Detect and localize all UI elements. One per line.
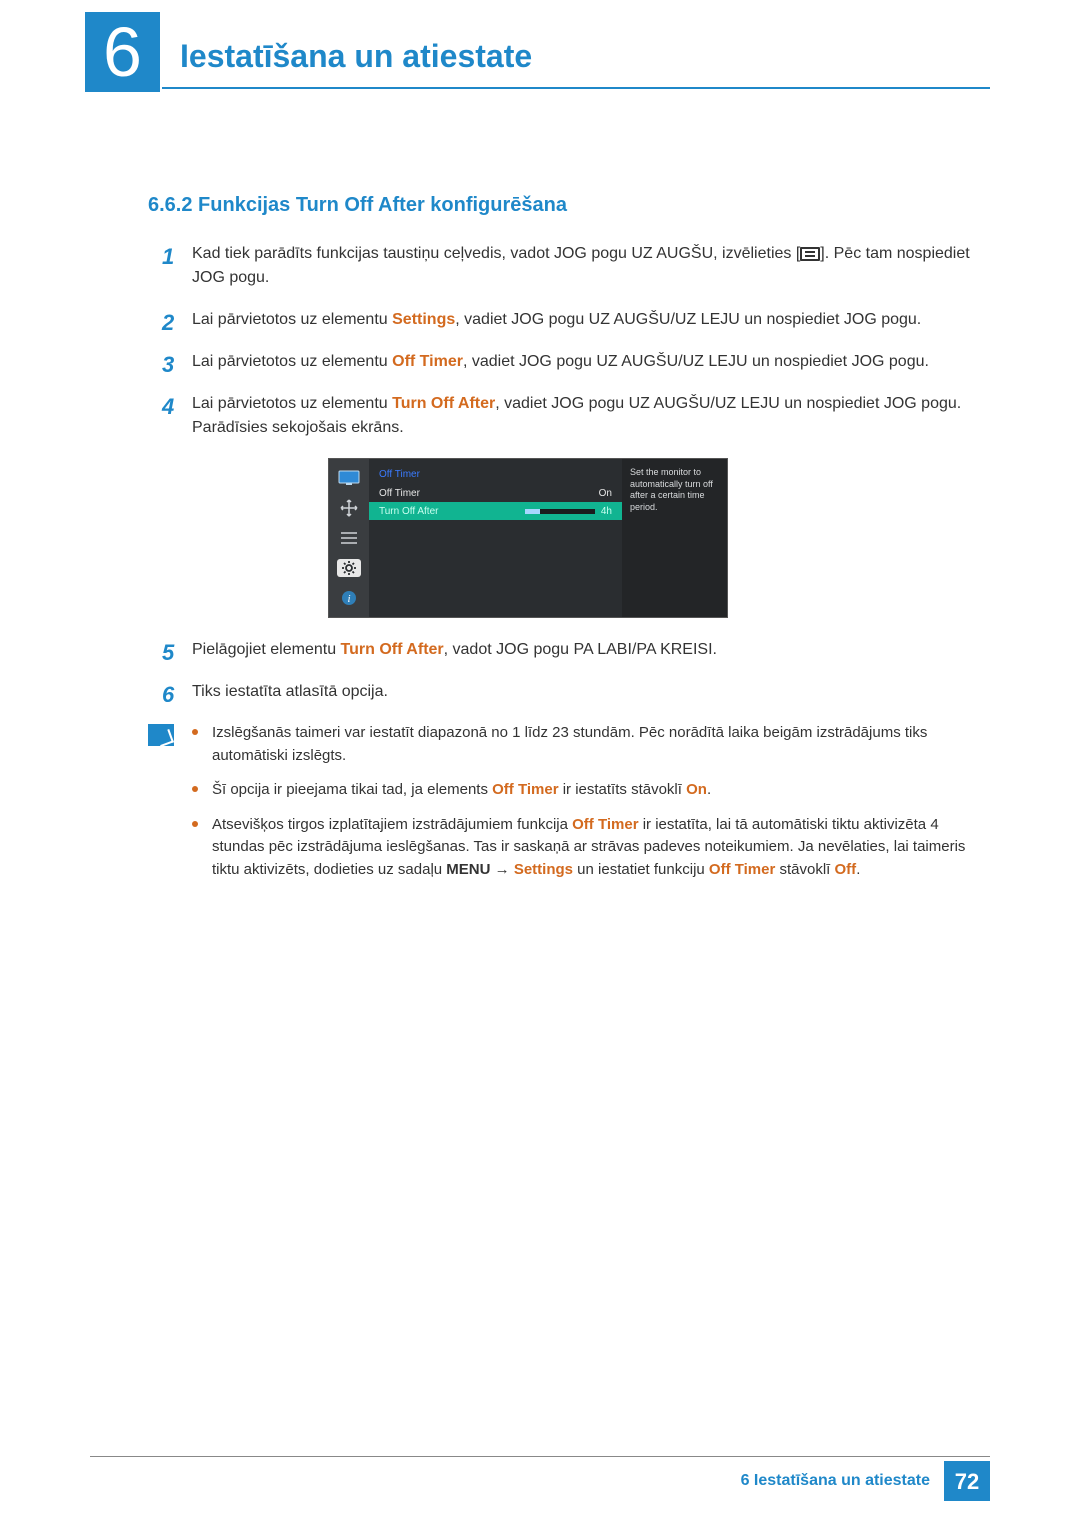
info-text-c: . — [707, 781, 711, 798]
highlight-settings: Settings — [514, 861, 573, 878]
osd-item-label: Turn Off After — [379, 504, 438, 519]
step-number: 2 — [162, 306, 174, 339]
arrow-icon: → — [490, 861, 513, 878]
step-1: 1 Kad tiek parādīts funkcijas taustiņu c… — [148, 242, 990, 290]
step-number: 3 — [162, 348, 174, 381]
step-number: 1 — [162, 240, 174, 273]
step-2: 2 Lai pārvietotos uz elementu Settings, … — [148, 308, 990, 332]
page-number: 72 — [944, 1461, 990, 1501]
steps-list: 1 Kad tiek parādīts funkcijas taustiņu c… — [148, 242, 990, 440]
info-bullet-3: Atsevišķos tirgos izplatītajiem izstrādā… — [192, 814, 990, 882]
section-title: Funkcijas Turn Off After konfigurēšana — [198, 194, 567, 216]
step-text-b: , vadiet JOG pogu UZ AUGŠU/UZ LEJU un no… — [463, 353, 929, 370]
step-number: 6 — [162, 678, 174, 711]
highlight-settings: Settings — [392, 311, 455, 328]
step-text: Lai pārvietotos uz elementu — [192, 395, 392, 412]
osd-item-value: 4h — [601, 504, 612, 519]
footer-chapter-text: 6 Iestatīšana un atiestate — [741, 1469, 930, 1493]
step-text-b: , vadot JOG pogu PA LABI/PA KREISI. — [444, 641, 717, 658]
highlight-off-timer: Off Timer — [492, 781, 558, 798]
svg-text:i: i — [347, 593, 350, 605]
step-text: Kad tiek parādīts funkcijas taustiņu ceļ… — [192, 245, 800, 262]
info-bullet-1: Izslēgšanās taimeri var iestatīt diapazo… — [192, 722, 990, 767]
info-text-a: Atsevišķos tirgos izplatītajiem izstrādā… — [212, 816, 572, 833]
osd-sidebar: i — [329, 459, 369, 617]
step-number: 4 — [162, 390, 174, 423]
info-box: Izslēgšanās taimeri var iestatīt diapazo… — [148, 722, 990, 893]
step-text: Lai pārvietotos uz elementu — [192, 353, 392, 370]
header-rule — [162, 87, 990, 89]
info-text-e: . — [856, 861, 860, 878]
highlight-off-timer: Off Timer — [392, 353, 463, 370]
step-3: 3 Lai pārvietotos uz elementu Off Timer,… — [148, 350, 990, 374]
info-text: Izslēgšanās taimeri var iestatīt diapazo… — [212, 724, 927, 764]
osd-item-turn-off-after: Turn Off After 4h — [369, 502, 622, 520]
highlight-turn-off-after: Turn Off After — [341, 641, 444, 658]
osd-item-value: On — [599, 486, 612, 501]
highlight-turn-off-after: Turn Off After — [392, 395, 495, 412]
highlight-off-timer: Off Timer — [709, 861, 775, 878]
osd-slider — [525, 509, 595, 514]
step-6: 6 Tiks iestatīta atlasītā opcija. — [148, 680, 990, 704]
info-text-a: Šī opcija ir pieejama tikai tad, ja elem… — [212, 781, 492, 798]
osd-item-label: Off Timer — [379, 486, 420, 501]
info-text-d: stāvoklī — [775, 861, 834, 878]
info-list: Izslēgšanās taimeri var iestatīt diapazo… — [192, 722, 990, 893]
highlight-off-timer: Off Timer — [572, 816, 638, 833]
menu-icon — [800, 247, 820, 261]
chapter-title: Iestatīšana un atiestate — [180, 32, 532, 80]
footer-rule — [90, 1456, 990, 1457]
list-icon — [337, 529, 361, 547]
info-icon: i — [337, 589, 361, 607]
osd-main: Off Timer Off Timer On Turn Off After 4h… — [369, 459, 727, 617]
osd-item-off-timer: Off Timer On — [369, 484, 622, 502]
osd-tooltip: Set the monitor to automatically turn of… — [622, 459, 727, 617]
gear-icon — [337, 559, 361, 577]
osd-menu-title: Off Timer — [369, 465, 622, 484]
section-number: 6.6.2 — [148, 194, 192, 216]
step-text-b: , vadiet JOG pogu UZ AUGŠU/UZ LEJU un no… — [455, 311, 921, 328]
step-text: Lai pārvietotos uz elementu — [192, 311, 392, 328]
step-number: 5 — [162, 636, 174, 669]
step-text: Pielāgojiet elementu — [192, 641, 341, 658]
steps-list-continued: 5 Pielāgojiet elementu Turn Off After, v… — [148, 638, 990, 704]
osd-screenshot: i Off Timer Off Timer On Turn Off After … — [328, 458, 728, 618]
menu-label: MENU — [446, 861, 490, 878]
info-bullet-2: Šī opcija ir pieejama tikai tad, ja elem… — [192, 779, 990, 802]
step-5: 5 Pielāgojiet elementu Turn Off After, v… — [148, 638, 990, 662]
move-icon — [337, 499, 361, 517]
osd-list: Off Timer Off Timer On Turn Off After 4h — [369, 459, 622, 617]
step-text: Tiks iestatīta atlasītā opcija. — [192, 683, 388, 700]
page-footer: 6 Iestatīšana un atiestate 72 — [741, 1461, 990, 1501]
note-icon — [148, 724, 174, 746]
step-4: 4 Lai pārvietotos uz elementu Turn Off A… — [148, 392, 990, 440]
info-text-b: ir iestatīts stāvoklī — [559, 781, 687, 798]
section-heading: 6.6.2 Funkcijas Turn Off After konfigurē… — [148, 190, 990, 220]
highlight-off: Off — [835, 861, 857, 878]
display-icon — [337, 469, 361, 487]
info-text-c: un iestatiet funkciju — [573, 861, 709, 878]
highlight-on: On — [686, 781, 707, 798]
chapter-number-badge: 6 — [85, 12, 160, 92]
page-content: 6.6.2 Funkcijas Turn Off After konfigurē… — [148, 190, 990, 893]
